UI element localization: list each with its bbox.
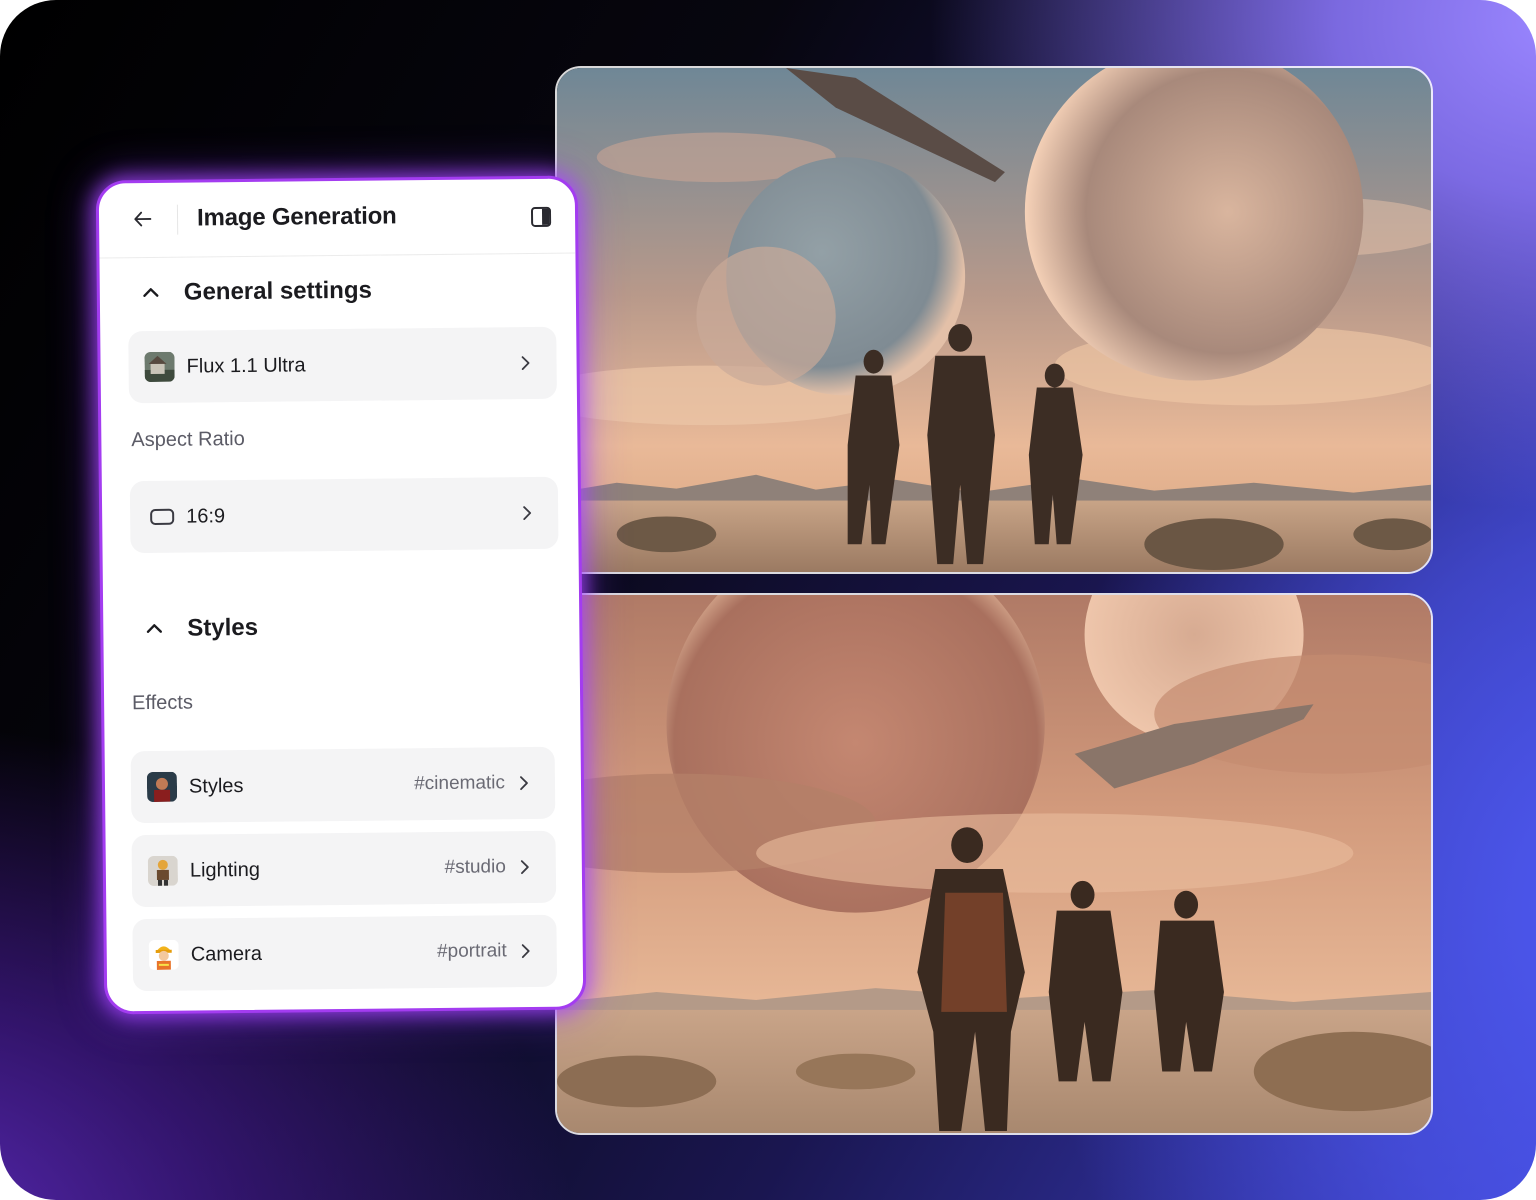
studio-figure-thumbnail-icon — [147, 855, 179, 887]
chevron-right-icon — [520, 776, 528, 791]
aspect-ratio-label: Aspect Ratio — [131, 427, 245, 452]
model-thumbnail — [144, 351, 175, 383]
app-canvas: Image Generation General settings Flux 1… — [0, 0, 1536, 1200]
generated-image-1[interactable] — [555, 66, 1433, 574]
model-name: Flux 1.1 Ultra — [186, 353, 306, 378]
back-button[interactable] — [129, 205, 157, 233]
effect-row-styles[interactable]: Styles #cinematic — [130, 746, 556, 824]
header-divider — [176, 204, 179, 235]
effect-value: #cinematic — [414, 772, 506, 795]
chevron-right-icon — [521, 356, 530, 370]
panel-title: Image Generation — [196, 202, 397, 232]
camera-thumbnail — [148, 939, 179, 971]
effect-value: #portrait — [436, 940, 507, 963]
lighting-thumbnail — [147, 855, 179, 887]
portrait-thumbnail-icon — [146, 771, 178, 803]
scifi-desert-scene-image — [557, 595, 1431, 1133]
effect-label: Camera — [190, 942, 263, 966]
sidebar-toggle-button[interactable] — [529, 205, 553, 229]
rectangle-ratio-icon — [150, 508, 175, 525]
chevron-right-icon — [521, 944, 530, 959]
chevron-up-icon — [143, 288, 159, 297]
styles-heading: Styles — [187, 613, 259, 642]
chevron-right-icon — [523, 506, 532, 520]
image-generation-panel: Image Generation General settings Flux 1… — [95, 175, 587, 1015]
model-selector[interactable]: Flux 1.1 Ultra — [128, 326, 557, 404]
construction-worker-icon — [148, 939, 179, 971]
effect-label: Lighting — [189, 858, 261, 882]
aspect-ratio-selector[interactable]: 16:9 — [129, 476, 559, 554]
styles-section-toggle[interactable]: Styles — [143, 614, 258, 643]
arrow-left-icon — [134, 211, 152, 227]
effect-row-camera[interactable]: Camera #portrait — [132, 914, 558, 992]
chevron-up-icon — [146, 624, 162, 633]
styles-thumbnail — [146, 771, 178, 803]
aspect-ratio-value: 16:9 — [186, 504, 226, 528]
chevron-right-icon — [520, 860, 529, 875]
sidebar-toggle-icon — [530, 206, 552, 227]
effect-row-lighting[interactable]: Lighting #studio — [131, 830, 557, 908]
general-settings-toggle[interactable]: General settings — [140, 277, 372, 307]
effect-label: Styles — [188, 774, 244, 798]
effect-value: #studio — [444, 856, 506, 878]
generated-image-2[interactable] — [555, 593, 1433, 1135]
panel-header: Image Generation — [98, 178, 576, 259]
general-settings-heading: General settings — [183, 276, 373, 306]
scifi-desert-scene-image — [557, 68, 1431, 572]
effects-label: Effects — [132, 691, 194, 715]
landscape-thumbnail-icon — [144, 351, 175, 383]
